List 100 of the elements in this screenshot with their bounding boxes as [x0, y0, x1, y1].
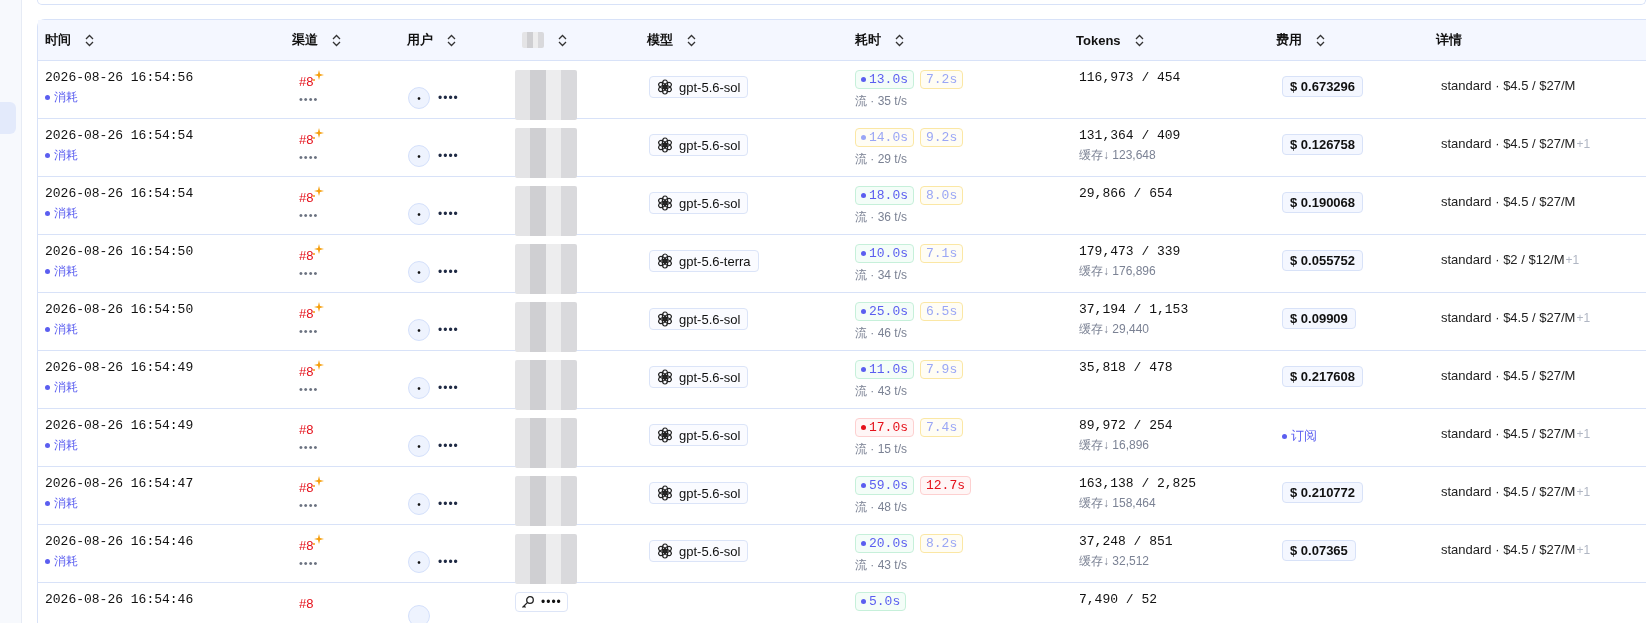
- timestamp: 2026-08-26 16:54:49: [45, 360, 194, 375]
- user-name: ••••: [438, 149, 459, 163]
- user-avatar: •: [408, 203, 430, 225]
- sparkle-icon: [312, 534, 325, 546]
- channel-id[interactable]: #8: [299, 592, 314, 611]
- channel-id[interactable]: #8: [299, 244, 314, 263]
- cache-count: 缓存↓ 29,440: [1079, 321, 1150, 338]
- extra-count: +1: [1565, 253, 1580, 267]
- timestamp: 2026-08-26 16:54:56: [45, 70, 194, 85]
- model-name: gpt-5.6-sol: [679, 369, 741, 385]
- model-name: gpt-5.6-sol: [679, 79, 741, 95]
- user-avatar: [408, 604, 430, 623]
- token-count: 179,473 / 339: [1079, 244, 1181, 259]
- type-tag: 消耗: [45, 495, 78, 512]
- sort-icon[interactable]: [447, 33, 456, 47]
- type-tag: 消耗: [45, 205, 78, 222]
- user-avatar: •: [408, 493, 430, 515]
- knot-icon: [657, 485, 673, 501]
- cache-count: 缓存↓ 32,512: [1079, 553, 1150, 570]
- type-tag: 消耗: [45, 147, 78, 164]
- cost-amount: $ 0.055752: [1282, 250, 1364, 271]
- channel-name: ••••: [299, 383, 319, 395]
- cost-amount: $ 0.190068: [1282, 192, 1364, 213]
- sort-icon[interactable]: [1134, 33, 1144, 47]
- channel-id[interactable]: #8: [299, 70, 314, 89]
- user-avatar: •: [408, 87, 430, 109]
- duration-badge: 7.1s: [920, 244, 964, 263]
- token-name: ••••: [541, 595, 562, 609]
- cache-count: 缓存↓ 176,896: [1079, 263, 1156, 280]
- cost-amount: $ 0.07365: [1282, 540, 1356, 561]
- timestamp: 2026-08-26 16:54:54: [45, 128, 194, 143]
- knot-icon: [657, 427, 673, 443]
- cost-amount: $ 0.210772: [1282, 482, 1364, 503]
- duration-badge: 7.2s: [920, 70, 964, 89]
- sort-icon[interactable]: [332, 33, 341, 47]
- channel-name: ••••: [299, 151, 319, 163]
- type-tag: 消耗: [45, 263, 78, 280]
- redacted-block: [515, 302, 577, 352]
- duration-badge: 8.2s: [920, 534, 964, 553]
- sparkle-icon: [312, 244, 325, 256]
- channel-id[interactable]: #8: [299, 476, 314, 495]
- channel-name: ••••: [299, 325, 319, 337]
- speed-text: 流 · 48 t/s: [855, 499, 907, 516]
- duration-badge: 6.5s: [920, 302, 964, 321]
- channel-name: ••••: [299, 499, 319, 511]
- channel-id[interactable]: #8: [299, 302, 314, 321]
- duration-badge: 20.0s: [855, 534, 914, 553]
- channel-id[interactable]: #8: [299, 418, 314, 437]
- sparkle-icon: [312, 476, 325, 488]
- type-tag: 消耗: [45, 437, 78, 454]
- extra-count: +1: [1576, 543, 1591, 557]
- token-count: 163,138 / 2,825: [1079, 476, 1197, 491]
- extra-count: +1: [1576, 485, 1591, 499]
- channel-id[interactable]: #8: [299, 128, 314, 147]
- user-avatar: •: [408, 435, 430, 457]
- type-tag: 消耗: [45, 553, 78, 570]
- cost-amount: $ 0.673296: [1282, 76, 1364, 97]
- user-name: ••••: [438, 555, 459, 569]
- type-tag: 消耗: [45, 321, 78, 338]
- sparkle-icon: [312, 186, 325, 198]
- sort-icon[interactable]: [85, 33, 94, 47]
- cost-amount: $ 0.217608: [1282, 366, 1364, 387]
- duration-badge: 8.0s: [920, 186, 964, 205]
- timestamp: 2026-08-26 16:54:46: [45, 534, 194, 549]
- token-count: 37,194 / 1,153: [1079, 302, 1189, 317]
- cost-amount: $ 0.09909: [1282, 308, 1356, 329]
- column-header: Tokens: [1076, 32, 1121, 48]
- model-name: gpt-5.6-sol: [679, 543, 741, 559]
- speed-text: 流 · 35 t/s: [855, 93, 907, 110]
- pricing-detail: standard · $4.5 / $27/M: [1441, 484, 1576, 499]
- user-name: ••••: [438, 439, 459, 453]
- extra-count: +1: [1576, 311, 1591, 325]
- redacted-block: [522, 32, 544, 48]
- model-name: gpt-5.6-sol: [679, 311, 741, 327]
- pricing-detail: standard · $2 / $12/M: [1441, 252, 1565, 267]
- channel-id[interactable]: #8: [299, 360, 314, 379]
- user-avatar: •: [408, 551, 430, 573]
- knot-icon: [657, 79, 673, 95]
- channel-id[interactable]: #8: [299, 534, 314, 553]
- sort-icon[interactable]: [687, 33, 696, 47]
- pricing-detail: standard · $4.5 / $27/M: [1441, 136, 1576, 151]
- user-name: ••••: [438, 381, 459, 395]
- user-name: ••••: [438, 265, 459, 279]
- channel-id[interactable]: #8: [299, 186, 314, 205]
- sort-icon[interactable]: [1316, 33, 1325, 47]
- duration-badge: 7.4s: [920, 418, 964, 437]
- channel-name: ••••: [299, 209, 319, 221]
- knot-icon: [657, 253, 673, 269]
- redacted-block: [515, 534, 577, 584]
- sparkle-icon: [312, 360, 325, 372]
- column-header: 耗时: [855, 31, 881, 49]
- speed-text: 流 · 34 t/s: [855, 267, 907, 284]
- column-header: 详情: [1436, 31, 1462, 49]
- sort-icon[interactable]: [558, 33, 567, 47]
- duration-badge: 13.0s: [855, 70, 914, 89]
- sort-icon[interactable]: [895, 33, 904, 47]
- duration-badge: 9.2s: [920, 128, 964, 147]
- duration-badge: 14.0s: [855, 128, 914, 147]
- sparkle-icon: [312, 302, 325, 314]
- key-icon: [521, 595, 535, 609]
